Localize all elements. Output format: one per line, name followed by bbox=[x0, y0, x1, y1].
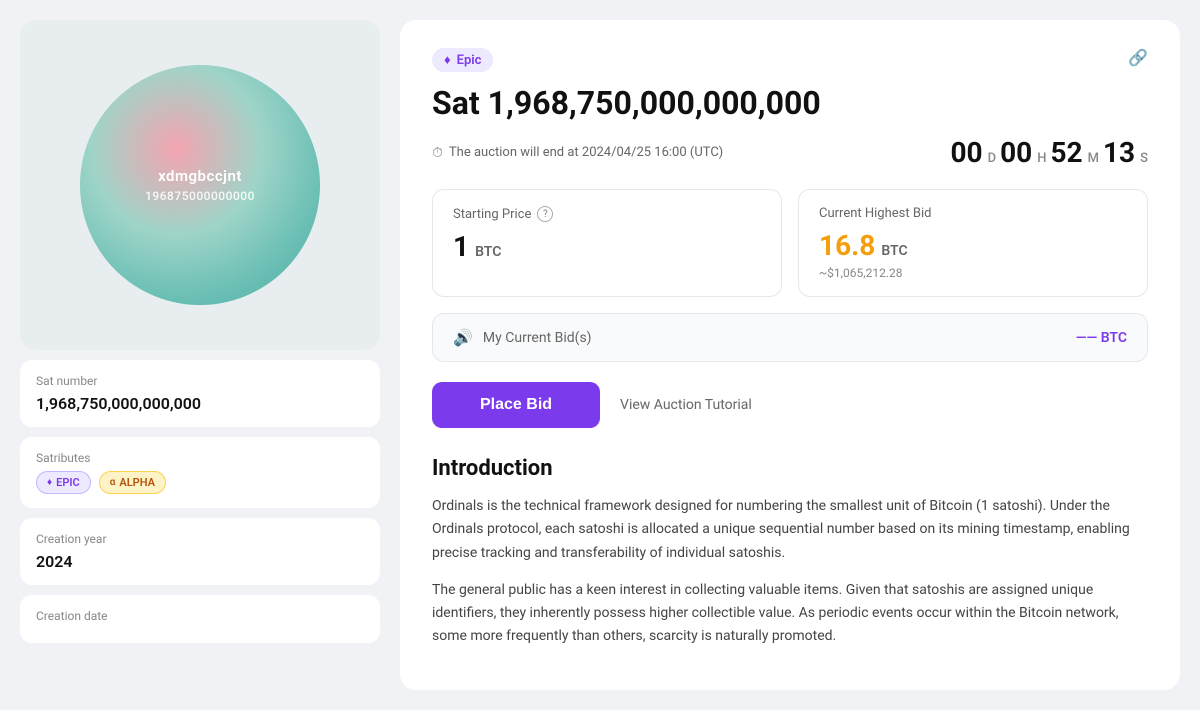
highest-bid-usd: ~$1,065,212.28 bbox=[819, 266, 1127, 280]
epic-diamond-icon: ♦ bbox=[444, 52, 451, 68]
badge-alpha[interactable]: α ALPHA bbox=[99, 471, 166, 494]
auction-info-row: ⏱ The auction will end at 2024/04/25 16:… bbox=[432, 136, 1148, 169]
tutorial-link[interactable]: View Auction Tutorial bbox=[620, 397, 752, 413]
highest-bid-label: Current Highest Bid bbox=[819, 206, 1127, 221]
seconds-value: 13 bbox=[1103, 136, 1135, 169]
artwork-circle: xdmgbccjnt 196875000000000 bbox=[80, 65, 320, 305]
hours-unit: H bbox=[1037, 151, 1046, 166]
highest-bid-amount: 16.8 BTC bbox=[819, 229, 1127, 262]
badge-epic[interactable]: ♦ EPIC bbox=[36, 471, 91, 494]
starting-price-currency: BTC bbox=[475, 244, 501, 260]
sat-title: Sat 1,968,750,000,000,000 bbox=[432, 84, 821, 122]
sat-number-value: 1,968,750,000,000,000 bbox=[36, 394, 364, 413]
highest-bid-card: Current Highest Bid 16.8 BTC ~$1,065,212… bbox=[798, 189, 1148, 297]
left-panel: xdmgbccjnt 196875000000000 Sat number 1,… bbox=[20, 20, 380, 643]
sat-number-label: Sat number bbox=[36, 374, 364, 388]
epic-label: EPIC bbox=[56, 476, 80, 489]
starting-price-amount: 1 BTC bbox=[453, 230, 761, 263]
starting-price-card: Starting Price ? 1 BTC bbox=[432, 189, 782, 297]
creation-date-label: Creation date bbox=[36, 609, 364, 623]
intro-title: Introduction bbox=[432, 456, 1148, 481]
highest-bid-currency: BTC bbox=[881, 243, 907, 259]
introduction-section: Introduction Ordinals is the technical f… bbox=[432, 456, 1148, 648]
seconds-unit: S bbox=[1140, 151, 1148, 166]
minutes-unit: M bbox=[1088, 151, 1099, 166]
minutes-value: 52 bbox=[1050, 136, 1082, 169]
artwork-name: xdmgbccjnt bbox=[158, 167, 242, 185]
creation-year-value: 2024 bbox=[36, 552, 364, 571]
countdown: 00 D 00 H 52 M 13 S bbox=[950, 136, 1148, 169]
epic-tag-label: Epic bbox=[457, 53, 482, 68]
right-panel: ♦ Epic Sat 1,968,750,000,000,000 🔗 ⏱ The… bbox=[400, 20, 1180, 690]
hours-value: 00 bbox=[1000, 136, 1032, 169]
satributes-label: Satributes bbox=[36, 451, 364, 465]
epic-icon: ♦ bbox=[47, 477, 52, 488]
place-bid-button[interactable]: Place Bid bbox=[432, 382, 600, 428]
alpha-label: ALPHA bbox=[119, 476, 155, 489]
intro-para-2: The general public has a keen interest i… bbox=[432, 579, 1148, 648]
my-bid-value: —— BTC bbox=[1076, 330, 1127, 346]
creation-date-card: Creation date bbox=[20, 595, 380, 643]
artwork-number: 196875000000000 bbox=[145, 189, 255, 203]
bid-cards-row: Starting Price ? 1 BTC Current Highest B… bbox=[432, 189, 1148, 297]
my-bid-label: My Current Bid(s) bbox=[483, 330, 592, 346]
intro-para-1: Ordinals is the technical framework desi… bbox=[432, 495, 1148, 564]
artwork-card: xdmgbccjnt 196875000000000 bbox=[20, 20, 380, 350]
auction-end-text: ⏱ The auction will end at 2024/04/25 16:… bbox=[432, 145, 723, 161]
satributes-badges: ♦ EPIC α ALPHA bbox=[36, 471, 364, 494]
sat-number-card: Sat number 1,968,750,000,000,000 bbox=[20, 360, 380, 427]
clock-icon: ⏱ bbox=[432, 145, 443, 161]
creation-year-card: Creation year 2024 bbox=[20, 518, 380, 585]
auction-end-label: The auction will end at 2024/04/25 16:00… bbox=[449, 145, 723, 160]
my-bid-bar: 🔊 My Current Bid(s) —— BTC bbox=[432, 313, 1148, 362]
starting-price-help-icon[interactable]: ? bbox=[537, 206, 553, 222]
starting-price-value: 1 bbox=[453, 230, 469, 263]
copy-link-icon[interactable]: 🔗 bbox=[1128, 48, 1148, 67]
speaker-icon: 🔊 bbox=[453, 328, 473, 347]
epic-tag: ♦ Epic bbox=[432, 48, 493, 72]
creation-year-label: Creation year bbox=[36, 532, 364, 546]
alpha-icon: α bbox=[110, 477, 116, 488]
highest-bid-value: 16.8 bbox=[819, 229, 875, 262]
days-value: 00 bbox=[950, 136, 982, 169]
days-unit: D bbox=[988, 151, 997, 166]
satributes-card: Satributes ♦ EPIC α ALPHA bbox=[20, 437, 380, 508]
starting-price-label: Starting Price ? bbox=[453, 206, 761, 222]
actions-row: Place Bid View Auction Tutorial bbox=[432, 382, 1148, 428]
